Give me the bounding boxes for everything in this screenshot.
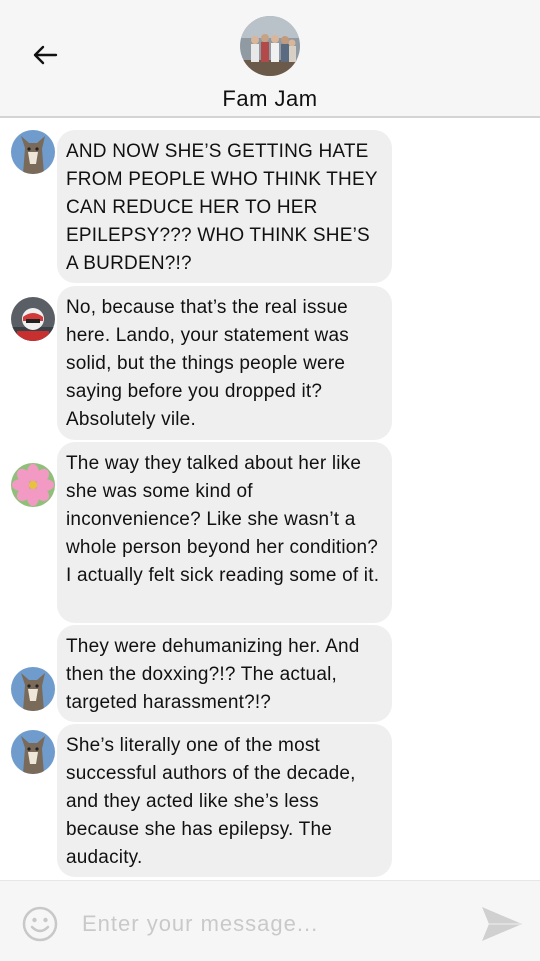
cat-icon	[11, 667, 55, 711]
chat-title: Fam Jam	[222, 86, 318, 111]
send-button[interactable]	[480, 904, 524, 944]
message-composer	[0, 880, 540, 961]
group-photo-icon	[240, 16, 300, 76]
racing-driver-avatar[interactable]	[11, 297, 55, 341]
cat-avatar[interactable]	[11, 130, 55, 174]
message-text: The way they talked about her like she w…	[66, 453, 380, 586]
message-bubble[interactable]: She’s literally one of the most successf…	[57, 724, 392, 877]
group-avatar[interactable]	[240, 16, 300, 76]
pink-flower-icon	[11, 463, 55, 507]
cat-avatar[interactable]	[11, 667, 55, 711]
racing-driver-icon	[11, 297, 55, 341]
message-list[interactable]: AND NOW SHE’S GETTING HATE FROM PEOPLE W…	[0, 118, 540, 880]
cat-avatar[interactable]	[11, 730, 55, 774]
arrow-left-icon	[33, 45, 58, 65]
cat-icon	[11, 130, 55, 174]
message-input[interactable]	[82, 907, 452, 941]
cat-icon	[11, 730, 55, 774]
message-bubble[interactable]: AND NOW SHE’S GETTING HATE FROM PEOPLE W…	[57, 130, 392, 283]
message-bubble[interactable]: They were dehumanizing her. And then the…	[57, 625, 392, 722]
message-bubble[interactable]: No, because that’s the real issue here. …	[57, 286, 392, 440]
message-text: No, because that’s the real issue here. …	[66, 297, 349, 430]
smiley-icon	[22, 906, 58, 942]
emoji-button[interactable]	[22, 906, 58, 942]
chat-header: Fam Jam	[0, 0, 540, 118]
message-text: They were dehumanizing her. And then the…	[66, 636, 360, 713]
message-bubble[interactable]: The way they talked about her like she w…	[57, 442, 392, 623]
send-icon	[482, 907, 522, 941]
message-text: She’s literally one of the most successf…	[66, 735, 356, 868]
back-button[interactable]	[28, 38, 62, 72]
message-text: AND NOW SHE’S GETTING HATE FROM PEOPLE W…	[66, 141, 378, 274]
pink-flower-avatar[interactable]	[11, 463, 55, 507]
